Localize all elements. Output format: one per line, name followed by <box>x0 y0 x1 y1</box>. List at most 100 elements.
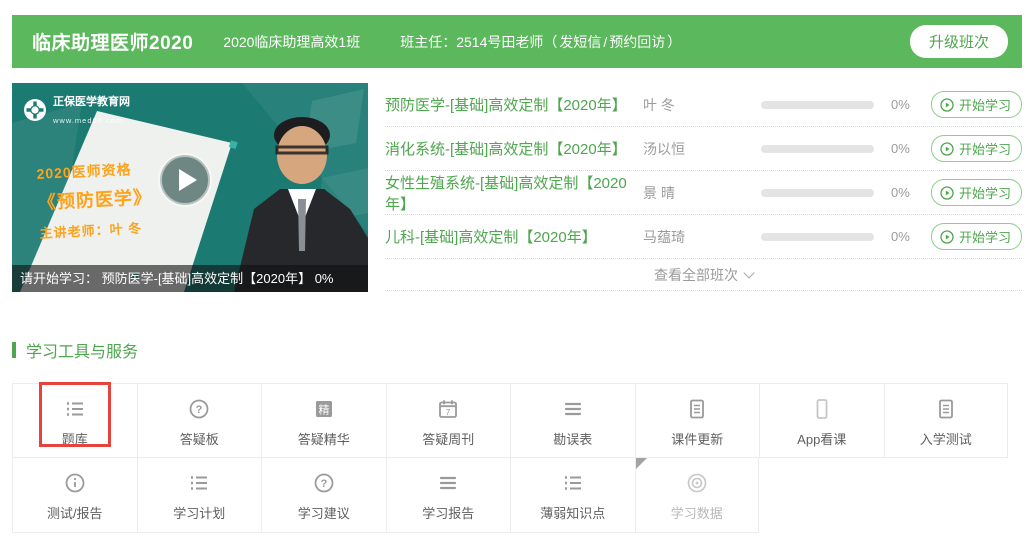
tool-label: 入学测试 <box>885 429 1008 448</box>
list-icon <box>511 471 635 497</box>
start-learning-button[interactable]: 开始学习 <box>931 91 1022 118</box>
document-icon <box>885 397 1008 423</box>
tool-item-qa-weekly[interactable]: 7 答疑周刊 <box>386 383 511 458</box>
brand-text: 正保医学教育网 www.med66.com <box>53 92 130 127</box>
tools-grid-row-1: 题库 ? 答疑板 精 答疑精华 7 答疑周刊 <box>12 383 1009 458</box>
progress-percent: 0% <box>891 185 931 200</box>
svg-text:?: ? <box>196 404 203 416</box>
tool-item-study-plan[interactable]: 学习计划 <box>137 458 262 533</box>
med66-logo-icon <box>23 98 47 122</box>
tool-label: 题库 <box>13 429 137 448</box>
tools-grid-row-2: 测试/报告 学习计划 ? 学习建议 学习报告 <box>12 458 1009 533</box>
tool-item-weak-points[interactable]: 薄弱知识点 <box>510 458 635 533</box>
course-teacher: 马蕴琦 <box>643 227 761 247</box>
course-row: 女性生殖系统-[基础]高效定制【2020年】 景 晴 0% 开始学习 <box>385 171 1022 215</box>
class-name: 2020临床助理高效1班 <box>223 32 360 52</box>
tool-item-entrance-test[interactable]: 入学测试 <box>884 383 1009 458</box>
play-circle-icon <box>940 142 954 156</box>
corner-fold-icon <box>636 458 647 469</box>
course-teacher: 叶 冬 <box>643 95 761 115</box>
tool-item-study-report[interactable]: 学习报告 <box>386 458 511 533</box>
target-icon <box>636 471 759 497</box>
tool-label: 答疑精华 <box>262 429 386 448</box>
tool-label: 薄弱知识点 <box>511 503 635 522</box>
progress-percent: 0% <box>891 141 931 156</box>
tool-item-qa-board[interactable]: ? 答疑板 <box>137 383 262 458</box>
play-button[interactable] <box>156 151 214 214</box>
tool-item-qa-highlights[interactable]: 精 答疑精华 <box>261 383 386 458</box>
start-learning-button[interactable]: 开始学习 <box>931 179 1022 206</box>
slash-separator: / <box>603 34 607 50</box>
advisor-label: 班主任：2514号田老师 <box>400 32 543 52</box>
tool-label: 学习报告 <box>387 503 511 522</box>
callback-link[interactable]: 预约回访 <box>609 32 665 52</box>
upgrade-class-button[interactable]: 升级班次 <box>910 25 1008 58</box>
start-learning-button[interactable]: 开始学习 <box>931 135 1022 162</box>
paren-open: （ <box>543 32 557 52</box>
jing-badge-icon: 精 <box>262 397 386 423</box>
tool-label: 学习计划 <box>138 503 262 522</box>
course-title-link[interactable]: 预防医学-[基础]高效定制【2020年】 <box>385 94 643 115</box>
course-teacher: 汤以恒 <box>643 139 761 159</box>
page: 临床助理医师2020 2020临床助理高效1班 班主任：2514号田老师 （ 发… <box>0 0 1034 533</box>
play-circle-icon <box>940 230 954 244</box>
start-learning-label: 开始学习 <box>959 183 1011 202</box>
tool-item-app-study[interactable]: App看课 <box>759 383 884 458</box>
svg-text:精: 精 <box>318 404 329 417</box>
course-title-link[interactable]: 女性生殖系统-[基础]高效定制【2020年】 <box>385 172 643 214</box>
question-circle-icon: ? <box>138 397 262 423</box>
tool-item-courseware-updates[interactable]: 课件更新 <box>635 383 760 458</box>
advisor-info: 班主任：2514号田老师 （ 发短信 / 预约回访 ） <box>400 32 681 52</box>
course-row: 预防医学-[基础]高效定制【2020年】 叶 冬 0% 开始学习 <box>385 83 1022 127</box>
class-header-bar: 临床助理医师2020 2020临床助理高效1班 班主任：2514号田老师 （ 发… <box>12 15 1022 68</box>
info-circle-icon <box>13 471 137 497</box>
course-title-link[interactable]: 儿科-[基础]高效定制【2020年】 <box>385 226 643 247</box>
brand-name: 正保医学教育网 <box>53 96 130 108</box>
brand-logo: 正保医学教育网 www.med66.com <box>23 92 130 127</box>
tool-label: 课件更新 <box>636 429 760 448</box>
send-sms-link[interactable]: 发短信 <box>559 32 601 52</box>
tool-item-question-bank[interactable]: 题库 <box>12 383 137 458</box>
list-icon <box>13 397 137 423</box>
video-player[interactable]: 正保医学教育网 www.med66.com 2020医师资格 《预防医学》 主讲… <box>12 83 368 292</box>
phone-icon <box>760 397 884 423</box>
document-icon <box>636 397 760 423</box>
chevron-down-icon <box>743 267 754 278</box>
course-title-link[interactable]: 消化系统-[基础]高效定制【2020年】 <box>385 138 643 159</box>
tool-label: 测试/报告 <box>13 503 137 522</box>
tool-item-errata[interactable]: 勘误表 <box>510 383 635 458</box>
tools-grid: 题库 ? 答疑板 精 答疑精华 7 答疑周刊 <box>12 383 1009 533</box>
start-learning-button[interactable]: 开始学习 <box>931 223 1022 250</box>
course-teacher: 景 晴 <box>643 183 761 203</box>
tool-item-study-advice[interactable]: ? 学习建议 <box>261 458 386 533</box>
calendar-7-icon: 7 <box>387 397 511 423</box>
list-icon <box>138 471 262 497</box>
view-all-classes[interactable]: 查看全部班次 <box>385 259 1022 291</box>
play-circle-icon <box>940 98 954 112</box>
course-row: 消化系统-[基础]高效定制【2020年】 汤以恒 0% 开始学习 <box>385 127 1022 171</box>
svg-text:?: ? <box>320 478 327 490</box>
tool-label: App看课 <box>760 429 884 448</box>
progress-bar <box>761 145 874 153</box>
view-all-label: 查看全部班次 <box>654 265 738 285</box>
section-accent-bar <box>12 342 16 358</box>
play-icon <box>156 151 214 209</box>
progress-bar <box>761 233 874 241</box>
course-list: 预防医学-[基础]高效定制【2020年】 叶 冬 0% 开始学习 消化系统-[基… <box>385 83 1022 292</box>
tool-label: 学习建议 <box>262 503 386 522</box>
progress-percent: 0% <box>891 97 931 112</box>
tool-item-study-data[interactable]: 学习数据 <box>635 458 760 533</box>
grid-empty-area <box>759 458 884 533</box>
question-circle-icon: ? <box>262 471 386 497</box>
tool-item-test-report[interactable]: 测试/报告 <box>12 458 137 533</box>
start-learning-label: 开始学习 <box>959 139 1011 158</box>
video-caption: 请开始学习： 预防医学-[基础]高效定制【2020年】 0% <box>12 265 368 292</box>
tool-label: 学习数据 <box>636 503 759 522</box>
brand-url: www.med66.com <box>53 116 123 125</box>
lines-icon <box>511 397 635 423</box>
svg-text:7: 7 <box>446 407 451 417</box>
course-row: 儿科-[基础]高效定制【2020年】 马蕴琦 0% 开始学习 <box>385 215 1022 259</box>
lines-icon <box>387 471 511 497</box>
tool-label: 答疑板 <box>138 429 262 448</box>
tools-section-title: 学习工具与服务 <box>26 338 138 362</box>
